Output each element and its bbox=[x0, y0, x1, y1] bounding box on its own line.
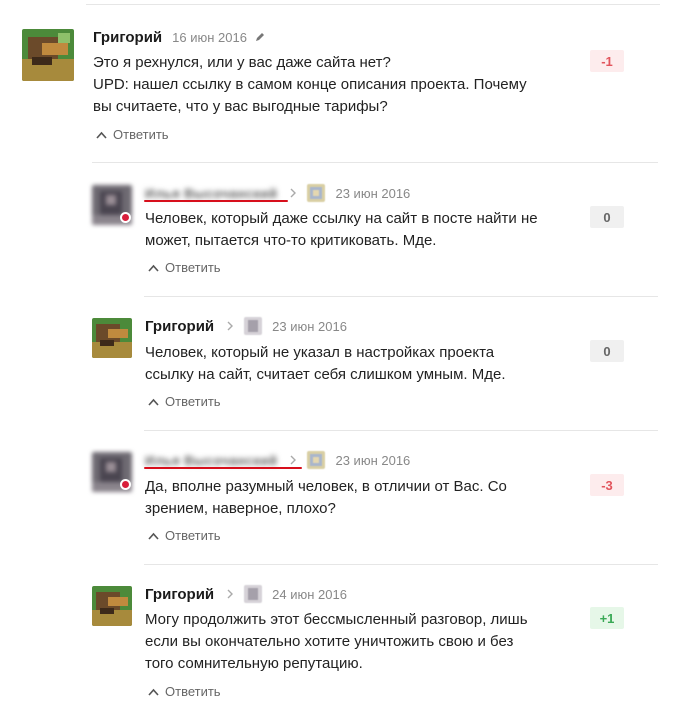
comment-text-line: если вы окончательно хотите уничтожить с… bbox=[145, 633, 514, 650]
avatar-image bbox=[22, 29, 74, 81]
reply-to-avatar[interactable] bbox=[307, 451, 326, 469]
comment-date[interactable]: 23 июн 2016 bbox=[335, 453, 410, 468]
comment-score: 0 bbox=[590, 340, 624, 362]
comment-score: -1 bbox=[590, 50, 624, 72]
author-name[interactable]: Григорий bbox=[145, 586, 214, 603]
reply-button[interactable]: Ответить bbox=[148, 528, 221, 543]
avatar[interactable] bbox=[92, 318, 132, 358]
comment-score: 0 bbox=[590, 206, 624, 228]
author-name[interactable]: Григорий bbox=[93, 29, 162, 46]
chevron-right-icon bbox=[227, 589, 234, 599]
comment-text: Человек, который даже ссылку на сайт в п… bbox=[145, 208, 538, 252]
comment-text-line: Да, вполне разумный человек, в отличии о… bbox=[145, 478, 507, 495]
comment-text-line: того сомнительную репутацию. bbox=[145, 655, 363, 672]
chevron-up-icon bbox=[148, 398, 159, 406]
comment-text-line: может, пытается что-то критиковать. Мде. bbox=[145, 232, 437, 249]
badge-icon bbox=[120, 479, 131, 490]
author-name[interactable]: Илья Высочанский bbox=[145, 186, 277, 201]
comment-date[interactable]: 16 июн 2016 bbox=[172, 30, 247, 45]
author-name[interactable]: Григорий bbox=[145, 318, 214, 335]
comment-text: Человек, который не указал в настройках … bbox=[145, 342, 506, 386]
reply-to-avatar[interactable] bbox=[307, 184, 326, 202]
divider bbox=[86, 4, 660, 5]
comment-text-line: Человек, который не указал в настройках … bbox=[145, 344, 495, 361]
divider bbox=[92, 162, 658, 163]
comment-text: Это я рехнулся, или у вас даже сайта нет… bbox=[93, 52, 527, 118]
comment-text-line: зрением, наверное, плохо? bbox=[145, 500, 336, 517]
annotation-underline bbox=[144, 200, 288, 202]
reply-label: Ответить bbox=[165, 260, 221, 275]
comment-date[interactable]: 23 июн 2016 bbox=[335, 186, 410, 201]
comment-text: Могу продолжить этот бессмысленный разго… bbox=[145, 609, 528, 675]
badge-icon bbox=[120, 212, 131, 223]
divider bbox=[144, 296, 658, 297]
avatar[interactable] bbox=[22, 29, 74, 81]
reply-button[interactable]: Ответить bbox=[96, 127, 169, 142]
comment-date[interactable]: 23 июн 2016 bbox=[272, 319, 347, 334]
chevron-up-icon bbox=[96, 131, 107, 139]
author-name[interactable]: Илья Высочанский bbox=[145, 453, 277, 468]
chevron-right-icon bbox=[227, 321, 234, 331]
reply-label: Ответить bbox=[113, 127, 169, 142]
reply-to-avatar[interactable] bbox=[244, 317, 263, 335]
comment-score: +1 bbox=[590, 607, 624, 629]
chevron-up-icon bbox=[148, 688, 159, 696]
comment-text-line: вы считаете, что у вас выгодные тарифы? bbox=[93, 98, 388, 115]
chevron-right-icon bbox=[290, 188, 297, 198]
reply-label: Ответить bbox=[165, 528, 221, 543]
chevron-right-icon bbox=[290, 455, 297, 465]
reply-button[interactable]: Ответить bbox=[148, 394, 221, 409]
pencil-icon bbox=[255, 33, 264, 41]
comment-text-line: Это я рехнулся, или у вас даже сайта нет… bbox=[93, 54, 391, 71]
comment-text-line: Человек, который даже ссылку на сайт в п… bbox=[145, 210, 538, 227]
reply-button[interactable]: Ответить bbox=[148, 684, 221, 699]
avatar-image bbox=[92, 586, 132, 626]
divider bbox=[144, 430, 658, 431]
comment-text-line: UPD: нашел ссылку в самом конце описания… bbox=[93, 76, 527, 93]
avatar[interactable] bbox=[92, 586, 132, 626]
divider bbox=[144, 564, 658, 565]
comment-text-line: ссылку на сайт, считает себя слишком умн… bbox=[145, 366, 506, 383]
reply-button[interactable]: Ответить bbox=[148, 260, 221, 275]
chevron-up-icon bbox=[148, 532, 159, 540]
comments-thread: Григорий 16 июн 2016 Это я рехнулся, или… bbox=[0, 0, 700, 710]
reply-to-avatar[interactable] bbox=[244, 585, 263, 603]
comment-text-line: Могу продолжить этот бессмысленный разго… bbox=[145, 611, 528, 628]
comment-score: -3 bbox=[590, 474, 624, 496]
reply-label: Ответить bbox=[165, 394, 221, 409]
comment-text: Да, вполне разумный человек, в отличии о… bbox=[145, 476, 507, 520]
reply-label: Ответить bbox=[165, 684, 221, 699]
annotation-underline bbox=[144, 467, 302, 469]
chevron-up-icon bbox=[148, 264, 159, 272]
comment-date[interactable]: 24 июн 2016 bbox=[272, 587, 347, 602]
avatar-image bbox=[92, 318, 132, 358]
